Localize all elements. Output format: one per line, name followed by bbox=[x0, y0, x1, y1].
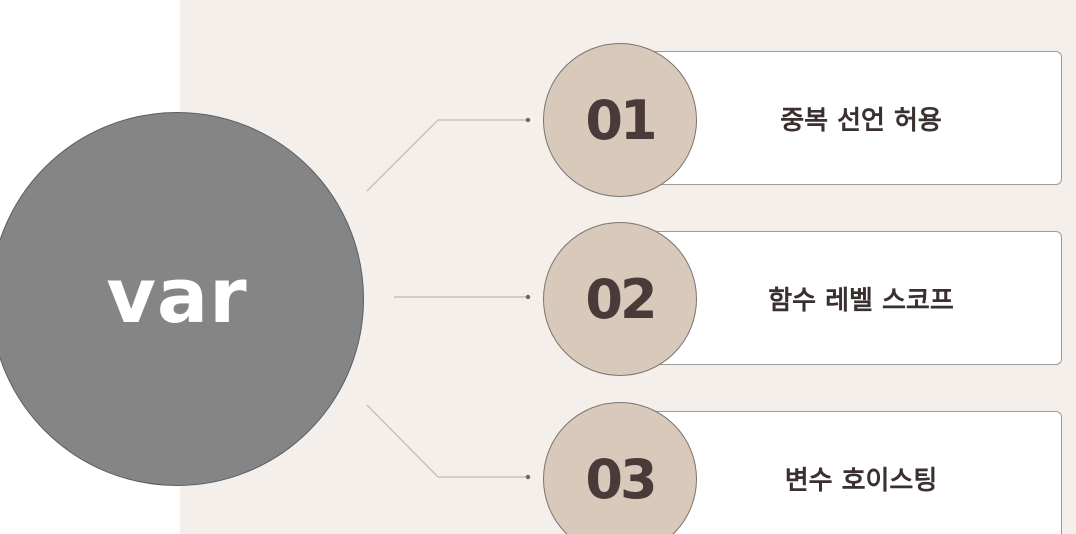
item-badge-02: 02 bbox=[543, 222, 697, 376]
connector-dot-01 bbox=[525, 117, 531, 123]
item-badge-01: 01 bbox=[543, 43, 697, 197]
item-number-02: 02 bbox=[585, 267, 657, 331]
item-card-02: 함수 레벨 스코프 bbox=[640, 231, 1062, 365]
item-card-03: 변수 호이스팅 bbox=[640, 411, 1062, 534]
item-label-02: 함수 레벨 스코프 bbox=[768, 285, 954, 316]
item-card-01: 중복 선언 허용 bbox=[640, 51, 1062, 185]
connector-line-03 bbox=[366, 404, 528, 478]
connector-line-01 bbox=[366, 119, 528, 192]
item-label-03: 변수 호이스팅 bbox=[784, 465, 938, 496]
connector-dot-02 bbox=[525, 294, 531, 300]
item-number-03: 03 bbox=[585, 447, 657, 511]
item-label-01: 중복 선언 허용 bbox=[780, 105, 942, 136]
main-label: var bbox=[106, 250, 248, 340]
main-circle: var bbox=[0, 112, 364, 486]
slide: var 중복 선언 허용 01 함수 레벨 스코프 02 변수 호이스팅 03 bbox=[0, 0, 1076, 534]
connector-dot-03 bbox=[525, 474, 531, 480]
item-number-01: 01 bbox=[585, 88, 657, 152]
